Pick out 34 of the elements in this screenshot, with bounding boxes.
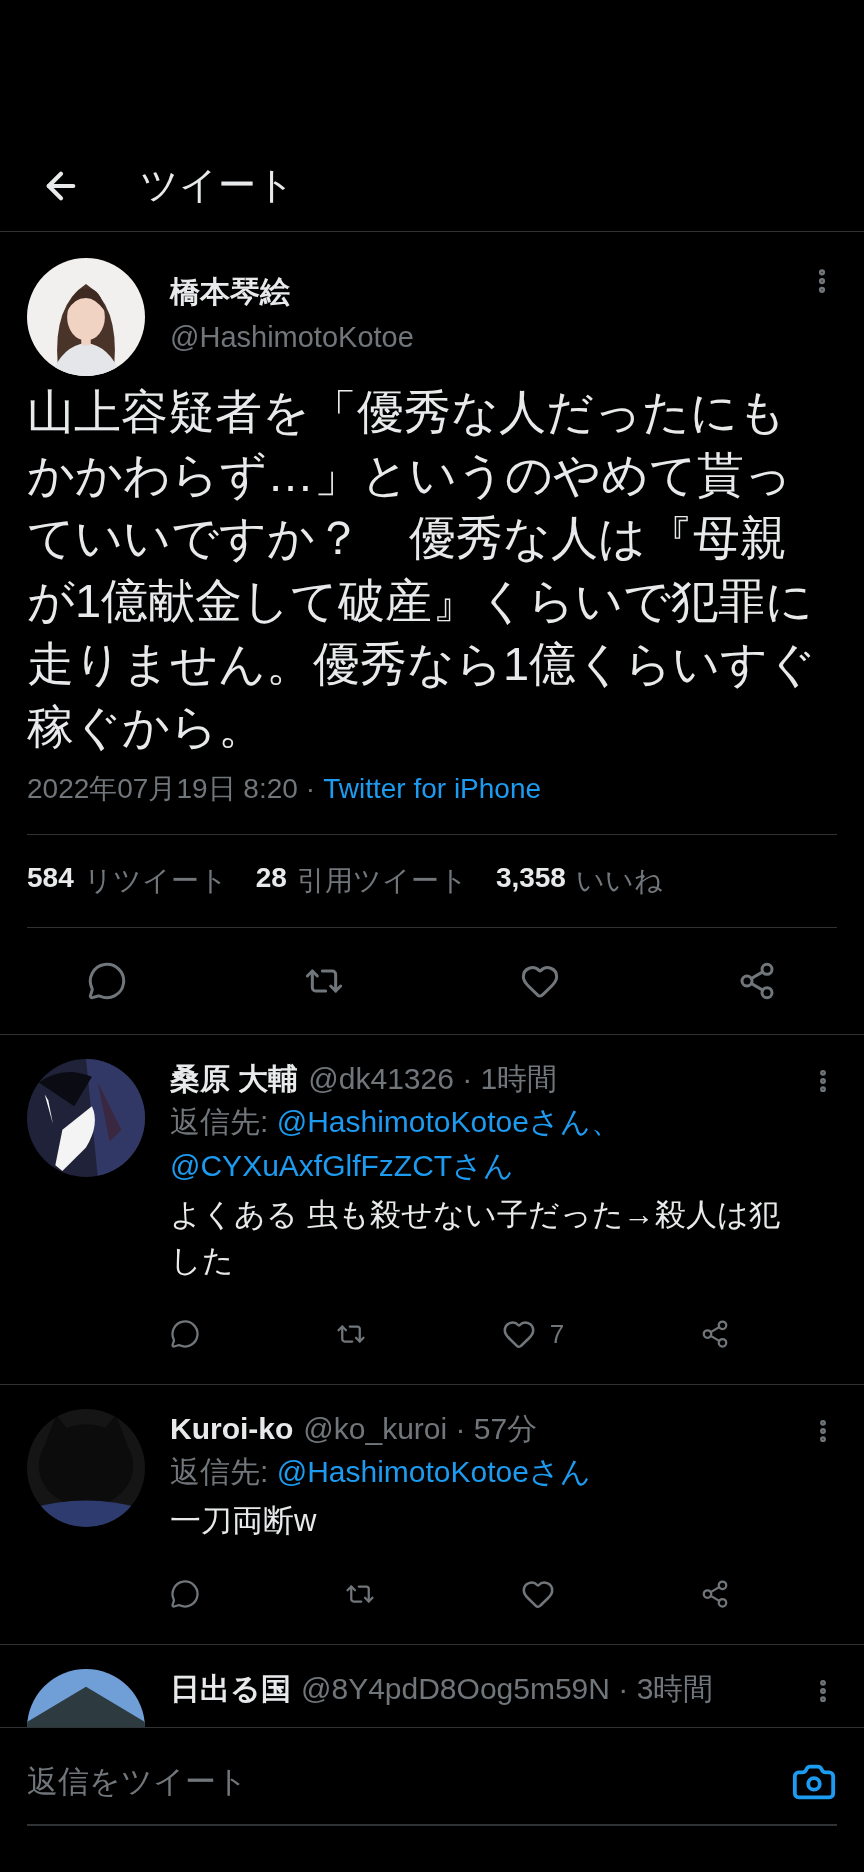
reply-to-label: 返信先: [170,1455,270,1488]
reply-field[interactable]: 返信をツイート [27,1728,837,1826]
handle-and-time: @8Y4pdD8Oog5m59N · 3時間 [301,1671,714,1707]
source-link[interactable]: Twitter for iPhone [323,773,542,805]
stat-count: 28 [255,862,287,895]
stat-label[interactable]: 引用ツイート [296,862,468,900]
timestamp: 2022年07月19日 8:20 [27,772,298,806]
handle-and-time: @ko_kuroi · 57分 [303,1411,538,1447]
mention-link[interactable]: @CYXuAxfGlfFzZCTさん [170,1149,515,1182]
reply-text: 一刀両断w [170,1502,318,1540]
user-name: 桑原 大輔 [170,1061,299,1097]
mention-link[interactable]: @HashimotoKotoeさん、 [276,1105,621,1138]
like-button[interactable]: 7 [501,1317,565,1351]
user-handle: @HashimotoKotoe [170,321,415,354]
stat-count: 584 [27,862,74,895]
reply-icon[interactable] [87,961,127,1001]
reply-icon[interactable] [170,1579,200,1609]
reply-text: よくある 虫も殺せない子だった→殺人は犯した [170,1196,781,1280]
tweet-text: 山上容疑者を「優秀な人だったにもかかわらず…」というのやめて貰っていいですか？ 優秀な人は『母親が1億献金して破産』くらいで犯罪に走りません。優秀なら1億くらいすぐ稼ぐから。 [27,384,817,755]
user-name: 日出る国 [170,1671,291,1707]
user-name: 橋本琴絵 [170,274,291,310]
stat-label[interactable]: リツイート [83,862,228,900]
reply-to-label: 返信先: [170,1105,270,1138]
separator-dot: · [305,773,316,805]
share-icon[interactable] [700,1319,730,1349]
stat-count: 3,358 [495,862,566,895]
stat-label[interactable]: いいね [575,862,663,900]
reply-icon[interactable] [170,1319,200,1349]
mention-link[interactable]: @HashimotoKotoeさん [276,1455,591,1488]
handle-and-time: @dk41326 · 1時間 [308,1061,558,1097]
reply-input[interactable]: 返信をツイート [27,1764,627,1800]
page-title: ツイート [140,163,295,208]
user-name: Kuroi-ko [170,1412,294,1446]
share-icon[interactable] [700,1579,730,1609]
